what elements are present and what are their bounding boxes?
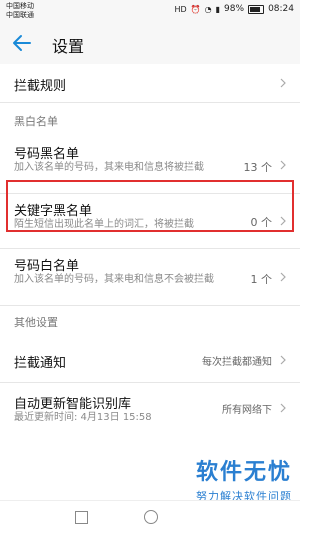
interception-notice-item[interactable]: 拦截通知 每次拦截都通知 <box>0 338 300 383</box>
arrow-left-icon <box>13 35 31 51</box>
battery-icon <box>248 4 265 14</box>
interception-notice-label: 拦截通知 <box>14 356 67 371</box>
number-whitelist-item[interactable]: 号码白名单 加入该名单的号码，其来电和信息不会被拦截 1 个 <box>0 249 300 306</box>
section-blacklist: 黑白名单 <box>0 103 300 137</box>
chevron-right-icon <box>278 160 288 170</box>
number-blacklist-item[interactable]: 号码黑名单 加入该名单的号码，其来电和信息将被拦截 13 个 <box>0 137 300 194</box>
hd-icon: HD <box>174 4 187 14</box>
recent-apps-icon[interactable] <box>75 511 88 524</box>
status-right: HD ⏰ ◔ ▮ 98% 08:24 <box>175 4 295 14</box>
auto-update-label: 自动更新智能识别库 <box>14 397 132 412</box>
section-other: 其他设置 <box>0 306 300 338</box>
chevron-right-icon <box>278 78 288 88</box>
battery-level: 98% <box>224 4 245 14</box>
watermark: 软件无忧 努力解决软件问题 <box>196 454 292 504</box>
navigation-bar <box>0 500 300 534</box>
watermark-brand: 软件无忧 <box>195 460 292 485</box>
page-title: 设置 <box>52 37 85 56</box>
number-blacklist-desc: 加入该名单的号码，其来电和信息将被拦截 <box>14 162 204 173</box>
chevron-right-icon <box>278 272 288 282</box>
number-blacklist-label: 号码黑名单 <box>14 147 80 162</box>
keyword-blacklist-desc: 陌生短信出现此名单上的词汇，将被拦截 <box>14 219 194 230</box>
keyword-blacklist-item[interactable]: 关键字黑名单 陌生短信出现此名单上的词汇，将被拦截 0 个 <box>0 194 300 249</box>
auto-update-item[interactable]: 自动更新智能识别库 最近更新时间: 4月13日 15:58 所有网络下 <box>0 383 300 433</box>
number-whitelist-label: 号码白名单 <box>14 259 80 274</box>
clock: 08:24 <box>268 4 294 14</box>
auto-update-value: 所有网络下 <box>222 405 272 416</box>
interception-rules-item[interactable]: 拦截规则 <box>0 64 300 103</box>
auto-update-last-time: 最近更新时间: 4月13日 15:58 <box>14 412 152 423</box>
back-button[interactable] <box>10 31 34 55</box>
carrier-1: 中国移动 <box>6 2 34 10</box>
keyword-blacklist-count: 0 个 <box>250 216 273 229</box>
chevron-right-icon <box>278 216 288 226</box>
alarm-icon: ⏰ <box>190 4 201 14</box>
chevron-right-icon <box>278 355 288 365</box>
carrier-info: 中国移动 中国联通 <box>6 2 34 20</box>
interception-rules-label: 拦截规则 <box>14 79 67 94</box>
number-blacklist-count: 13 个 <box>243 161 273 174</box>
status-bar: 中国移动 中国联通 HD ⏰ ◔ ▮ 98% 08:24 <box>0 0 300 22</box>
carrier-2: 中国联通 <box>6 11 34 19</box>
chevron-right-icon <box>278 403 288 413</box>
wifi-icon: ◔ <box>204 4 212 14</box>
number-whitelist-count: 1 个 <box>250 273 273 286</box>
number-whitelist-desc: 加入该名单的号码，其来电和信息不会被拦截 <box>14 274 214 285</box>
app-bar: 设置 <box>0 22 300 64</box>
keyword-blacklist-label: 关键字黑名单 <box>14 204 93 219</box>
signal-icon: ▮ <box>215 4 221 14</box>
home-icon[interactable] <box>144 510 158 524</box>
interception-notice-value: 每次拦截都通知 <box>202 357 272 368</box>
